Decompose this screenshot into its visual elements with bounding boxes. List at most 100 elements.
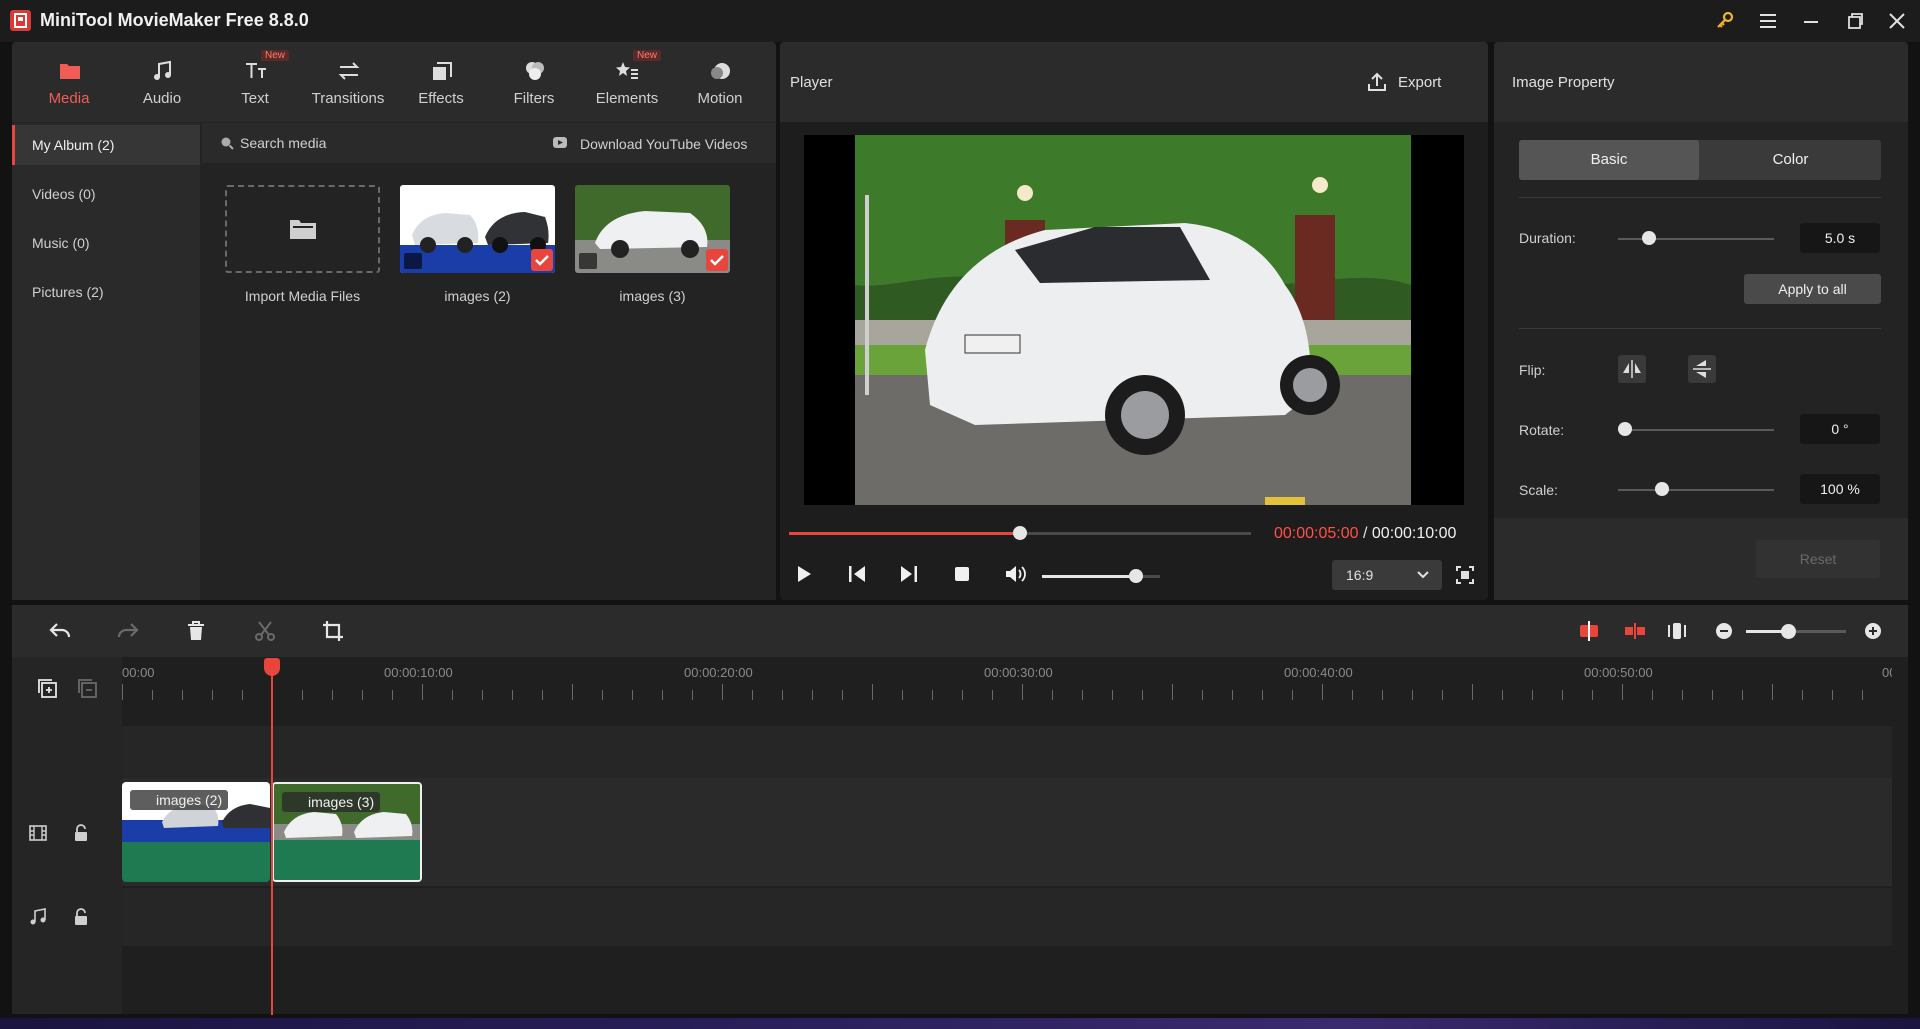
reset-button[interactable]: Reset <box>1756 540 1880 578</box>
progress-handle[interactable] <box>1013 526 1027 540</box>
volume-button[interactable] <box>1004 563 1028 585</box>
fit-timeline-button[interactable] <box>1665 619 1689 643</box>
tab-audio[interactable]: Audio <box>116 42 208 122</box>
tab-filters[interactable]: Filters <box>488 42 580 122</box>
fullscreen-button[interactable] <box>1454 564 1476 586</box>
image-type-icon <box>404 253 422 269</box>
tab-motion[interactable]: Motion <box>674 42 766 122</box>
timeline-clip-images-3[interactable]: images (3) <box>272 782 422 882</box>
play-button[interactable] <box>793 563 815 585</box>
playhead[interactable] <box>271 660 273 1015</box>
rotate-handle[interactable] <box>1618 422 1632 436</box>
taskbar-strip <box>0 1018 1920 1029</box>
tab-media-label: Media <box>48 90 90 107</box>
menu-icon[interactable] <box>1755 8 1781 34</box>
media-toolbar: Media Audio New Text Transitions Effects… <box>12 42 776 122</box>
tick-label: 00:00:20:00 <box>684 665 753 680</box>
maximize-icon[interactable] <box>1842 8 1868 34</box>
flip-horizontal-button[interactable] <box>1618 355 1646 383</box>
remove-track-icon <box>78 679 97 698</box>
tab-transitions-label: Transitions <box>311 90 385 107</box>
crop-icon <box>323 621 343 641</box>
flip-vertical-button[interactable] <box>1688 355 1716 383</box>
tick-label: 00:00:50:00 <box>1584 665 1653 680</box>
remove-track-button[interactable] <box>76 677 98 699</box>
player-header: Player Export <box>780 42 1488 122</box>
rotate-slider[interactable] <box>1618 429 1774 431</box>
scale-handle[interactable] <box>1655 482 1669 496</box>
tab-effects[interactable]: Effects <box>395 42 487 122</box>
volume-fill <box>1042 575 1136 578</box>
download-youtube-button[interactable]: Download YouTube Videos <box>580 136 747 152</box>
audio-track <box>122 888 1892 946</box>
import-media-tile[interactable] <box>225 185 380 273</box>
lock-track-button[interactable] <box>72 823 90 843</box>
lock-audio-button[interactable] <box>72 907 90 927</box>
progress-fill <box>789 532 1020 535</box>
tab-audio-label: Audio <box>142 90 182 107</box>
zoom-in-button[interactable] <box>1863 621 1883 641</box>
key-icon[interactable] <box>1712 8 1738 34</box>
album-item-videos[interactable]: Videos (0) <box>12 174 200 214</box>
scale-value[interactable]: 100 % <box>1800 474 1880 504</box>
zoom-in-icon <box>1865 623 1881 639</box>
aspect-ratio-select[interactable]: 16:9 <box>1332 560 1442 590</box>
tab-text[interactable]: New Text <box>209 42 301 122</box>
album-item-my-album[interactable]: My Album (2) <box>12 125 200 165</box>
media-folder-icon <box>57 58 83 84</box>
duration-value[interactable]: 5.0 s <box>1800 223 1880 253</box>
close-icon[interactable] <box>1884 8 1910 34</box>
export-button[interactable]: Export <box>1366 62 1474 102</box>
redo-button[interactable] <box>116 619 140 643</box>
time-ruler[interactable] <box>122 680 1892 704</box>
split-button[interactable] <box>253 619 277 643</box>
tab-basic[interactable]: Basic <box>1519 140 1699 180</box>
tab-media[interactable]: Media <box>23 42 115 122</box>
next-frame-button[interactable] <box>898 563 920 585</box>
tab-transitions[interactable]: Transitions <box>302 42 394 122</box>
export-label: Export <box>1398 74 1442 91</box>
previous-frame-button[interactable] <box>846 563 868 585</box>
split-clip-icon <box>1580 621 1598 641</box>
empty-track <box>122 726 1892 778</box>
property-panel <box>1494 42 1908 600</box>
text-icon <box>243 58 269 84</box>
fit-icon <box>1668 623 1686 639</box>
filters-icon <box>522 58 548 84</box>
scale-slider[interactable] <box>1618 489 1774 491</box>
tab-elements[interactable]: New Elements <box>581 42 673 122</box>
tab-elements-label: Elements <box>595 90 659 107</box>
search-icon <box>220 136 234 150</box>
rotate-value[interactable]: 0 ° <box>1800 414 1880 444</box>
fullscreen-icon <box>1456 566 1474 584</box>
minimize-icon[interactable] <box>1798 8 1824 34</box>
split-clip-button[interactable] <box>1577 619 1601 643</box>
zoom-handle[interactable] <box>1781 624 1796 639</box>
zoom-out-button[interactable] <box>1714 621 1734 641</box>
property-title: Image Property <box>1512 74 1615 91</box>
preview-image <box>804 135 1464 505</box>
media-tile-images-2[interactable] <box>400 185 555 273</box>
tab-color[interactable]: Color <box>1700 140 1881 180</box>
trim-clip-button[interactable] <box>1623 619 1647 643</box>
stop-button[interactable] <box>951 563 973 585</box>
search-input[interactable]: Search media <box>240 135 326 151</box>
apply-to-all-button[interactable]: Apply to all <box>1744 274 1881 304</box>
album-item-pictures[interactable]: Pictures (2) <box>12 272 200 312</box>
volume-handle[interactable] <box>1129 569 1143 583</box>
delete-button[interactable] <box>184 619 208 643</box>
album-item-music[interactable]: Music (0) <box>12 223 200 263</box>
tab-text-label: Text <box>241 90 269 107</box>
playhead-handle[interactable] <box>264 658 280 676</box>
tick-label: 00:0 <box>1882 665 1892 680</box>
crop-button[interactable] <box>321 619 345 643</box>
duration-handle[interactable] <box>1642 231 1656 245</box>
undo-button[interactable] <box>48 619 72 643</box>
add-track-button[interactable] <box>36 677 58 699</box>
media-tile-images-3[interactable] <box>575 185 730 273</box>
add-track-icon <box>38 679 57 698</box>
timeline-clip-images-2[interactable]: images (2) <box>122 782 270 882</box>
tab-effects-label: Effects <box>418 90 464 107</box>
aspect-ratio-value: 16:9 <box>1346 567 1374 583</box>
search-bar: Search media Download YouTube Videos <box>202 123 776 163</box>
